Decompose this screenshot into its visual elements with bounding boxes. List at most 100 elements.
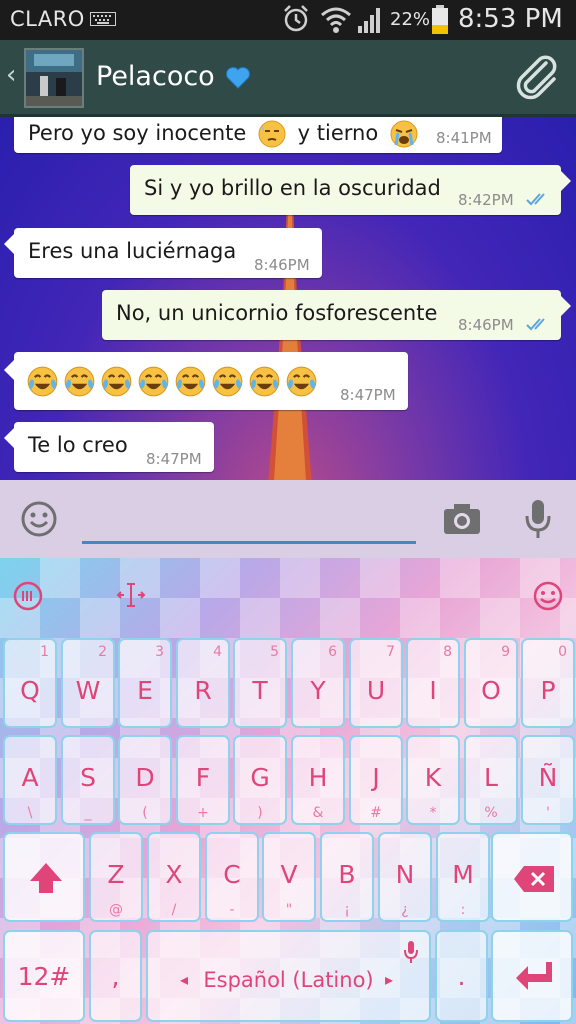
enter-key[interactable] [491, 930, 573, 1022]
clock: 8:53 PM [458, 4, 563, 34]
key-hint: # [370, 805, 382, 821]
key-f[interactable]: F + [176, 735, 230, 825]
key-v[interactable]: V " [262, 832, 316, 922]
message-bubble[interactable]: Te lo creo 8:47PM [4, 422, 214, 472]
key-letter: O [481, 676, 501, 705]
key-t[interactable]: T5 [233, 638, 287, 728]
key-b[interactable]: B ¡ [320, 832, 374, 922]
key-hint: ¡ [344, 902, 350, 918]
key-j[interactable]: J # [349, 735, 403, 825]
key-letter: B [338, 860, 356, 889]
key-letter: A [21, 763, 39, 792]
keyboard-logo-icon[interactable] [12, 580, 44, 612]
cursor-control-icon[interactable] [116, 580, 146, 610]
enter-icon [516, 962, 552, 990]
tears-of-joy-icon [212, 366, 243, 397]
key-l[interactable]: L% [464, 735, 518, 825]
key-letter: K [424, 763, 442, 792]
key-letter: S [80, 763, 96, 792]
key-hint: & [312, 805, 324, 821]
attach-icon[interactable] [512, 53, 562, 103]
space-key[interactable]: Español (Latino) ◂ ▸ [146, 930, 431, 1022]
key-h[interactable]: H & [291, 735, 345, 825]
symbols-key[interactable]: 12# [3, 930, 85, 1022]
shift-key[interactable] [3, 832, 85, 922]
wifi-icon [321, 7, 351, 33]
tears-of-joy-icon [101, 366, 132, 397]
key-o[interactable]: O9 [464, 638, 518, 728]
key-hint: 6 [328, 644, 337, 660]
key-w[interactable]: W2 [61, 638, 115, 728]
message-bubble[interactable]: 8:47PM [4, 352, 408, 410]
key-letter: I [429, 676, 437, 705]
tears-of-joy-icon [249, 366, 280, 397]
key-letter: L [484, 763, 498, 792]
key-hint: ( [142, 805, 148, 821]
message-text: Eres una luciérnaga [28, 239, 237, 263]
key-y[interactable]: Y6 [291, 638, 345, 728]
key-p[interactable]: P0 [521, 638, 575, 728]
emoji-button[interactable] [20, 500, 58, 538]
tears-of-joy-icon [64, 366, 95, 397]
key-label: . [457, 962, 466, 991]
key-g[interactable]: G) [233, 735, 287, 825]
back-button[interactable]: ‹ [6, 60, 16, 90]
key-label: 12# [17, 962, 71, 991]
message-bubble[interactable]: No, un unicornio fosforescente 8:46PM [102, 290, 571, 340]
message-time: 8:47PM [146, 450, 202, 468]
key-letter: C [223, 860, 241, 889]
key-i[interactable]: I8 [406, 638, 460, 728]
keyboard-icon [90, 12, 116, 26]
camera-button[interactable] [442, 502, 482, 536]
key-letter: G [250, 763, 270, 792]
key-x[interactable]: X / [147, 832, 201, 922]
tears-of-joy-icon [286, 366, 317, 397]
key-r[interactable]: R4 [176, 638, 230, 728]
key-hint: \ [27, 805, 33, 821]
contact-title[interactable]: Pelacoco [96, 61, 251, 92]
key-hint: 2 [98, 644, 107, 660]
key-d[interactable]: D( [118, 735, 172, 825]
message-bubble[interactable]: Eres una luciérnaga 8:46PM [4, 228, 322, 278]
crying-face-icon [390, 120, 418, 148]
contact-name: Pelacoco [96, 61, 215, 92]
mic-button[interactable] [522, 498, 554, 540]
keyboard-toolbar [0, 558, 576, 632]
key-hint: 0 [558, 644, 567, 660]
chat-area[interactable]: Pero yo soy inocente y tierno 8:41PM Si … [0, 117, 576, 480]
comma-key[interactable]: , [89, 930, 142, 1022]
key-hint: * [429, 805, 437, 821]
key-hint: 5 [270, 644, 279, 660]
key-u[interactable]: U7 [349, 638, 403, 728]
message-bubble[interactable]: Si y yo brillo en la oscuridad 8:42PM [130, 165, 571, 215]
key-m[interactable]: M: [436, 832, 490, 922]
avatar[interactable] [24, 48, 84, 108]
voice-input-icon [404, 941, 418, 963]
message-text: Pero yo soy inocente y tierno [28, 119, 419, 149]
key-hint: ¿ [401, 902, 409, 918]
bubble-tail [561, 296, 571, 316]
message-bubble[interactable]: Pero yo soy inocente y tierno 8:41PM [14, 117, 502, 153]
signal-icon [358, 8, 380, 33]
key-letter: Z [107, 860, 125, 889]
sleepy-face-icon [258, 120, 286, 148]
emoji-keyboard-icon[interactable] [532, 580, 564, 612]
message-text-part: y tierno [297, 121, 379, 145]
key-s[interactable]: S _ [61, 735, 115, 825]
backspace-key[interactable] [491, 832, 573, 922]
key-k[interactable]: K * [406, 735, 460, 825]
key-ñ[interactable]: Ñ ' [521, 735, 575, 825]
key-a[interactable]: A \ [3, 735, 57, 825]
key-letter: E [137, 676, 153, 705]
message-input[interactable] [82, 498, 416, 544]
read-ticks-icon [526, 318, 545, 331]
battery-percent: 22% [390, 9, 431, 30]
period-key[interactable]: . [435, 930, 488, 1022]
key-c[interactable]: C- [205, 832, 259, 922]
key-e[interactable]: E3 [118, 638, 172, 728]
chat-header[interactable]: ‹ Pelacoco [0, 40, 576, 117]
key-z[interactable]: Z @ [89, 832, 143, 922]
key-q[interactable]: Q1 [3, 638, 57, 728]
key-n[interactable]: N ¿ [378, 832, 432, 922]
message-time: 8:47PM [340, 386, 396, 404]
